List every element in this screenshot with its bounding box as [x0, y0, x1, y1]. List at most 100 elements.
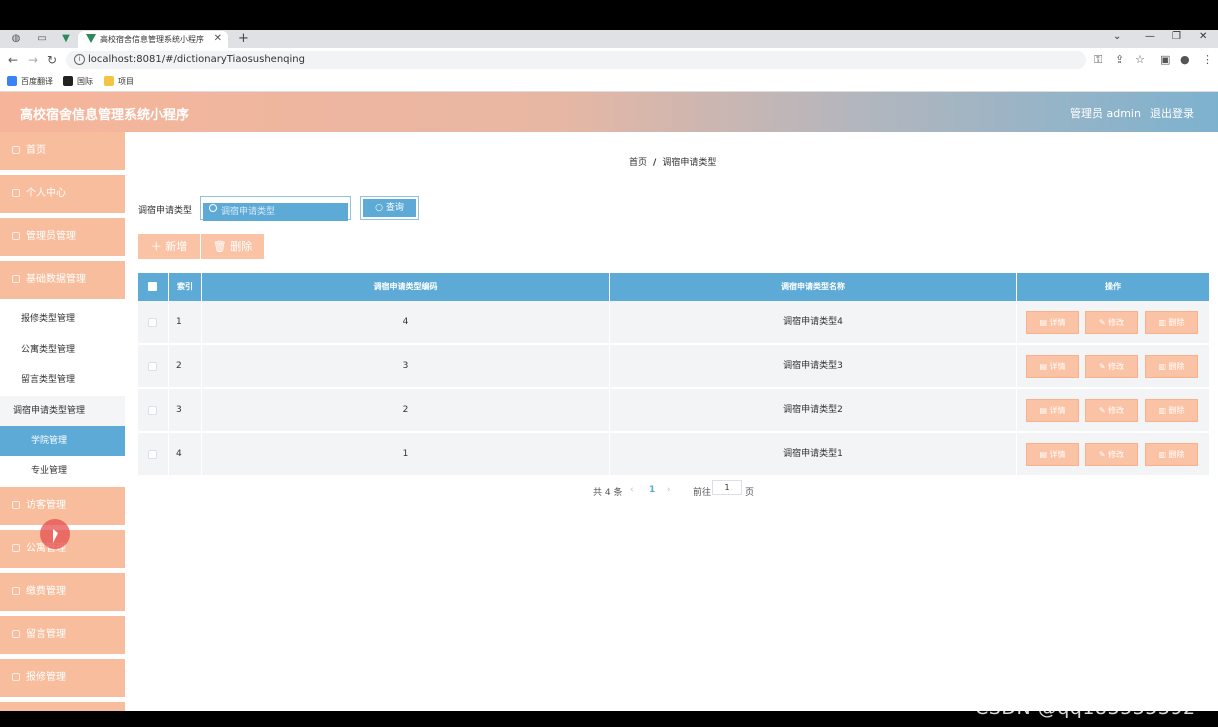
vue-tab-icon[interactable]: ▼ — [60, 33, 72, 45]
blank-tab-icon[interactable]: ▭ — [36, 33, 48, 45]
close-tab-icon[interactable]: ✕ — [214, 33, 222, 44]
edit-icon: ✎ — [1098, 362, 1109, 371]
forward-icon[interactable]: → — [28, 53, 38, 67]
restore-icon[interactable]: ❐ — [1172, 31, 1181, 42]
sidebar-item-visitor[interactable]: 访客管理 — [0, 487, 125, 525]
bookmark-item[interactable]: 项目 — [104, 76, 134, 87]
pagination-total: 共 4 条 — [593, 488, 623, 498]
admin-icon — [12, 232, 20, 240]
browser-tab-strip: ◍ ▭ ▼ 高校宿舍信息管理系统小程序 ✕ + ⌄ — ❐ ✕ — [0, 30, 1218, 48]
submenu-transfer-type[interactable]: 调宿申请类型管理 — [0, 396, 125, 426]
window-close-icon[interactable]: ✕ — [1199, 31, 1207, 42]
main-content: 首页 / 调宿申请类型 调宿申请类型 ○ 查询 ＋ 新增 🗑 删除 索引 调宿申请类… — [125, 132, 1218, 711]
search-input[interactable] — [203, 203, 348, 221]
edit-icon: ✎ — [1098, 450, 1109, 459]
header-actions: 操作 — [1105, 282, 1121, 291]
sidebar-item-profile[interactable]: 个人中心 — [0, 175, 125, 213]
detail-button[interactable]: ▤ 详情 — [1026, 311, 1079, 334]
breadcrumb-separator: / — [653, 158, 657, 168]
translate-icon — [7, 76, 17, 86]
sidebar-item-more[interactable] — [0, 702, 125, 711]
key-icon[interactable]: ⚿ — [1094, 53, 1102, 67]
submenu-college[interactable]: 学院管理 — [0, 426, 125, 456]
profile-icon[interactable]: ● — [1180, 53, 1190, 66]
submenu-apartment-type[interactable]: 公寓类型管理 — [0, 335, 125, 365]
row-select-cell — [138, 301, 169, 344]
logout-link[interactable]: 退出登录 — [1150, 105, 1194, 121]
trash-icon: ▥ — [1158, 362, 1169, 371]
side-panel-icon[interactable]: ▣ — [1160, 53, 1170, 66]
sidebar-item-message[interactable]: 留言管理 — [0, 616, 125, 654]
detail-button[interactable]: ▤ 详情 — [1026, 355, 1079, 378]
detail-button[interactable]: ▤ 详情 — [1026, 399, 1079, 422]
sidebar-item-home[interactable]: 首页 — [0, 132, 125, 170]
query-button-frame: ○ 查询 — [360, 196, 419, 220]
url-text: localhost:8081/#/dictionaryTiaosushenqin… — [88, 54, 305, 65]
visitor-icon — [12, 501, 20, 509]
sidebar-item-admin[interactable]: 管理员管理 — [0, 218, 125, 256]
minimize-icon[interactable]: — — [1145, 31, 1155, 42]
row-code: 1 — [202, 433, 610, 476]
delete-button[interactable]: ▥ 删除 — [1145, 443, 1198, 466]
goto-page-input[interactable]: 1 — [712, 480, 742, 495]
bookmark-icon — [63, 76, 73, 86]
delete-button[interactable]: ▥ 删除 — [1145, 311, 1198, 334]
submenu-major[interactable]: 专业管理 — [0, 456, 125, 486]
globe-icon[interactable]: ◍ — [10, 33, 22, 45]
delete-button[interactable]: ▥ 删除 — [1145, 355, 1198, 378]
bookmark-item[interactable]: 国际 — [63, 76, 93, 87]
page-unit-label: 页 — [745, 488, 755, 498]
edit-button[interactable]: ✎ 修改 — [1085, 311, 1138, 334]
current-user: 管理员 admin — [1070, 107, 1141, 120]
table-row: 3 2 调宿申请类型2 ▤ 详情 ✎ 修改 ▥ 删除 — [138, 389, 1209, 432]
page-number[interactable]: 1 — [649, 485, 655, 495]
goto-label: 前往 — [693, 488, 712, 498]
sidebar-item-repair[interactable]: 报修管理 — [0, 659, 125, 697]
delete-button[interactable]: ▥ 删除 — [1145, 399, 1198, 422]
row-checkbox[interactable] — [148, 318, 157, 327]
breadcrumb-home[interactable]: 首页 — [629, 158, 647, 168]
edit-button[interactable]: ✎ 修改 — [1085, 443, 1138, 466]
reload-icon[interactable]: ↻ — [47, 53, 57, 67]
trash-icon: 🗑 — [212, 240, 231, 253]
detail-button[interactable]: ▤ 详情 — [1026, 443, 1079, 466]
document-icon: ▤ — [1039, 318, 1050, 327]
plus-icon: ＋ — [150, 240, 166, 253]
data-icon — [12, 275, 20, 283]
table-header: 索引 调宿申请类型编码 调宿申请类型名称 操作 — [138, 273, 1209, 301]
add-button[interactable]: ＋ 新增 — [138, 234, 200, 259]
sidebar-item-payment[interactable]: 缴费管理 — [0, 573, 125, 611]
sidebar-item-basic-data[interactable]: 基础数据管理 — [0, 261, 125, 299]
row-code: 2 — [202, 389, 610, 432]
chevron-down-icon[interactable]: ⌄ — [1113, 31, 1121, 42]
share-icon[interactable]: ⇪ — [1115, 53, 1124, 66]
more-icon[interactable]: ⋮ — [1202, 53, 1213, 66]
star-icon[interactable]: ☆ — [1135, 53, 1145, 66]
edit-icon: ✎ — [1098, 406, 1109, 415]
row-checkbox[interactable] — [148, 406, 157, 415]
next-page-icon[interactable]: › — [667, 485, 671, 495]
header-index: 索引 — [169, 273, 202, 301]
row-checkbox[interactable] — [148, 450, 157, 459]
back-icon[interactable]: ← — [8, 53, 18, 67]
submenu-message-type[interactable]: 留言类型管理 — [0, 365, 125, 395]
search-icon: ○ — [375, 203, 386, 213]
submenu-repair-type[interactable]: 报修类型管理 — [0, 304, 125, 334]
table-row: 4 1 调宿申请类型1 ▤ 详情 ✎ 修改 ▥ 删除 — [138, 433, 1209, 476]
bookmark-item[interactable]: 百度翻译 — [7, 76, 53, 87]
row-checkbox[interactable] — [148, 362, 157, 371]
browser-tab-active[interactable]: 高校宿舍信息管理系统小程序 ✕ — [78, 31, 228, 48]
edit-button[interactable]: ✎ 修改 — [1085, 355, 1138, 378]
edit-button[interactable]: ✎ 修改 — [1085, 399, 1138, 422]
folder-icon — [104, 76, 114, 86]
new-tab-icon[interactable]: + — [238, 31, 249, 46]
select-all-checkbox[interactable] — [148, 282, 157, 291]
row-name: 调宿申请类型4 — [610, 301, 1017, 344]
search-icon — [209, 204, 217, 212]
address-bar[interactable]: i localhost:8081/#/dictionaryTiaosushenq… — [66, 51, 1086, 69]
info-icon[interactable]: i — [74, 54, 85, 65]
batch-delete-button[interactable]: 🗑 删除 — [201, 234, 264, 259]
search-field — [200, 196, 351, 221]
query-button[interactable]: ○ 查询 — [363, 199, 416, 217]
prev-page-icon[interactable]: ‹ — [630, 485, 634, 495]
